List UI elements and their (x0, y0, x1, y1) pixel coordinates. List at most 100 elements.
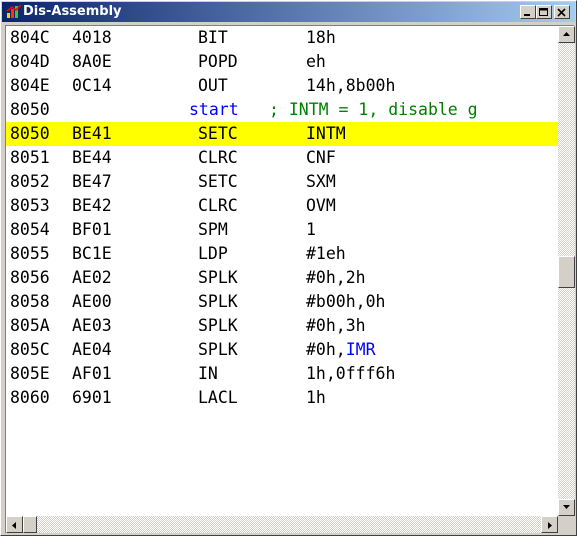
operands-cell: CNF (306, 148, 336, 167)
listing-row-partial[interactable] (6, 410, 558, 434)
listing-row[interactable]: 8054 BF01 SPM 1 (6, 218, 558, 242)
listing-row[interactable]: 8058 AE00 SPLK #b00h,0h (6, 290, 558, 314)
mnemonic-cell: POPD (198, 52, 238, 71)
close-button[interactable] (554, 5, 570, 19)
opcode-cell: BE47 (72, 172, 112, 191)
listing-row[interactable]: 8053 BE42 CLRC OVM (6, 194, 558, 218)
mnemonic-cell: BIT (198, 28, 228, 47)
address-cell: 804C (10, 28, 50, 47)
arrow-left-icon (12, 522, 16, 529)
opcode-cell: BC1E (72, 244, 112, 263)
code-listing[interactable]: 804C 4018 BIT 18h 804D 8A0E POPD eh 804E 0C14 OUT 1… (6, 26, 558, 516)
code-comment: ; INTM = 1, disable g (269, 100, 478, 119)
opcode-cell: AF01 (72, 364, 112, 383)
code-label: start (189, 100, 239, 119)
opcode-cell: BF01 (72, 220, 112, 239)
symbol-reference[interactable]: IMR (346, 340, 376, 359)
mnemonic-cell: LACL (198, 388, 238, 407)
mnemonic-cell: SPLK (198, 316, 238, 335)
listing-row[interactable]: 804C 4018 BIT 18h (6, 26, 558, 50)
vertical-scrollbar[interactable] (558, 26, 575, 516)
vertical-scroll-thumb[interactable] (558, 256, 575, 288)
maximize-button[interactable] (536, 5, 552, 19)
mnemonic-cell: LDP (198, 244, 228, 263)
operands-cell: #1eh (306, 244, 346, 263)
listing-row[interactable]: 8055 BC1E LDP #1eh (6, 242, 558, 266)
mnemonic-cell: SPLK (198, 268, 238, 287)
dis-assembly-app-icon (6, 4, 22, 18)
close-icon (557, 8, 566, 17)
minimize-icon (524, 14, 530, 16)
scroll-right-button[interactable] (541, 516, 558, 533)
listing-row[interactable]: 805C AE04 SPLK #0h,IMR (6, 338, 558, 362)
operands-cell: OVM (306, 196, 336, 215)
operands-cell: 18h (306, 28, 336, 47)
maximize-icon (539, 8, 548, 16)
listing-row[interactable]: 804E 0C14 OUT 14h,8b00h (6, 74, 558, 98)
mnemonic-cell: SETC (198, 124, 238, 143)
arrow-right-icon (548, 522, 552, 529)
operands-cell: #0h, (306, 340, 346, 359)
opcode-cell: BE42 (72, 196, 112, 215)
listing-row[interactable]: 804D 8A0E POPD eh (6, 50, 558, 74)
address-cell: 8052 (10, 172, 50, 191)
address-cell: 805C (10, 340, 50, 359)
address-cell: 8051 (10, 148, 50, 167)
listing-row[interactable]: 8052 BE47 SETC SXM (6, 170, 558, 194)
address-cell: 8050 (10, 124, 50, 143)
mnemonic-cell: CLRC (198, 148, 238, 167)
mnemonic-cell: IN (198, 364, 218, 383)
scroll-up-button[interactable] (558, 26, 575, 43)
current-instruction-row[interactable]: 8050 BE41 SETC INTM (6, 122, 558, 146)
address-cell: 8056 (10, 268, 50, 287)
scrollbar-corner (558, 516, 575, 533)
scroll-down-button[interactable] (558, 499, 575, 516)
address-cell: 8050 (10, 100, 50, 119)
listing-row[interactable]: 805E AF01 IN 1h,0fff6h (6, 362, 558, 386)
operands-cell: 1 (306, 220, 316, 239)
listing-row[interactable]: 8050 start ; INTM = 1, disable g (6, 98, 558, 122)
operands-cell: eh (306, 52, 326, 71)
operands-cell: SXM (306, 172, 336, 191)
operands-cell: #0h,2h (306, 268, 366, 287)
opcode-cell: AE04 (72, 340, 112, 359)
opcode-cell: BE41 (72, 124, 112, 143)
address-cell: 8058 (10, 292, 50, 311)
operands-cell: #0h,3h (306, 316, 366, 335)
operands-cell: INTM (306, 124, 346, 143)
window-title: Dis-Assembly (23, 4, 122, 19)
mnemonic-cell: SPLK (198, 292, 238, 311)
listing-row[interactable]: 805A AE03 SPLK #0h,3h (6, 314, 558, 338)
address-cell: 8055 (10, 244, 50, 263)
arrow-down-icon (563, 505, 570, 509)
dis-assembly-window: Dis-Assembly 804C 4018 BIT 18h 804D 8A0E POPD e… (0, 0, 577, 536)
operands-cell: 1h (306, 388, 326, 407)
mnemonic-cell: OUT (198, 76, 228, 95)
address-cell: 805E (10, 364, 50, 383)
opcode-cell: BE44 (72, 148, 112, 167)
horizontal-scrollbar[interactable] (6, 516, 558, 533)
minimize-button[interactable] (520, 5, 536, 19)
horizontal-scroll-thumb[interactable] (23, 516, 37, 533)
scroll-left-button[interactable] (6, 516, 23, 533)
opcode-cell: 8A0E (72, 52, 112, 71)
disassembly-view[interactable]: 804C 4018 BIT 18h 804D 8A0E POPD eh 804E 0C14 OUT 1… (5, 25, 575, 533)
mnemonic-cell: SETC (198, 172, 238, 191)
operands-cell: 1h,0fff6h (306, 364, 396, 383)
address-cell: 8060 (10, 388, 50, 407)
mnemonic-cell: SPM (198, 220, 228, 239)
listing-row[interactable]: 8051 BE44 CLRC CNF (6, 146, 558, 170)
address-cell: 8054 (10, 220, 50, 239)
listing-row[interactable]: 8056 AE02 SPLK #0h,2h (6, 266, 558, 290)
opcode-cell: AE00 (72, 292, 112, 311)
mnemonic-cell: SPLK (198, 340, 238, 359)
mnemonic-cell: CLRC (198, 196, 238, 215)
opcode-cell: 6901 (72, 388, 112, 407)
opcode-cell: AE02 (72, 268, 112, 287)
opcode-cell: 0C14 (72, 76, 112, 95)
opcode-cell: 4018 (72, 28, 112, 47)
listing-row[interactable]: 8060 6901 LACL 1h (6, 386, 558, 410)
address-cell: 8053 (10, 196, 50, 215)
title-bar[interactable]: Dis-Assembly (2, 2, 575, 22)
address-cell: 804D (10, 52, 50, 71)
